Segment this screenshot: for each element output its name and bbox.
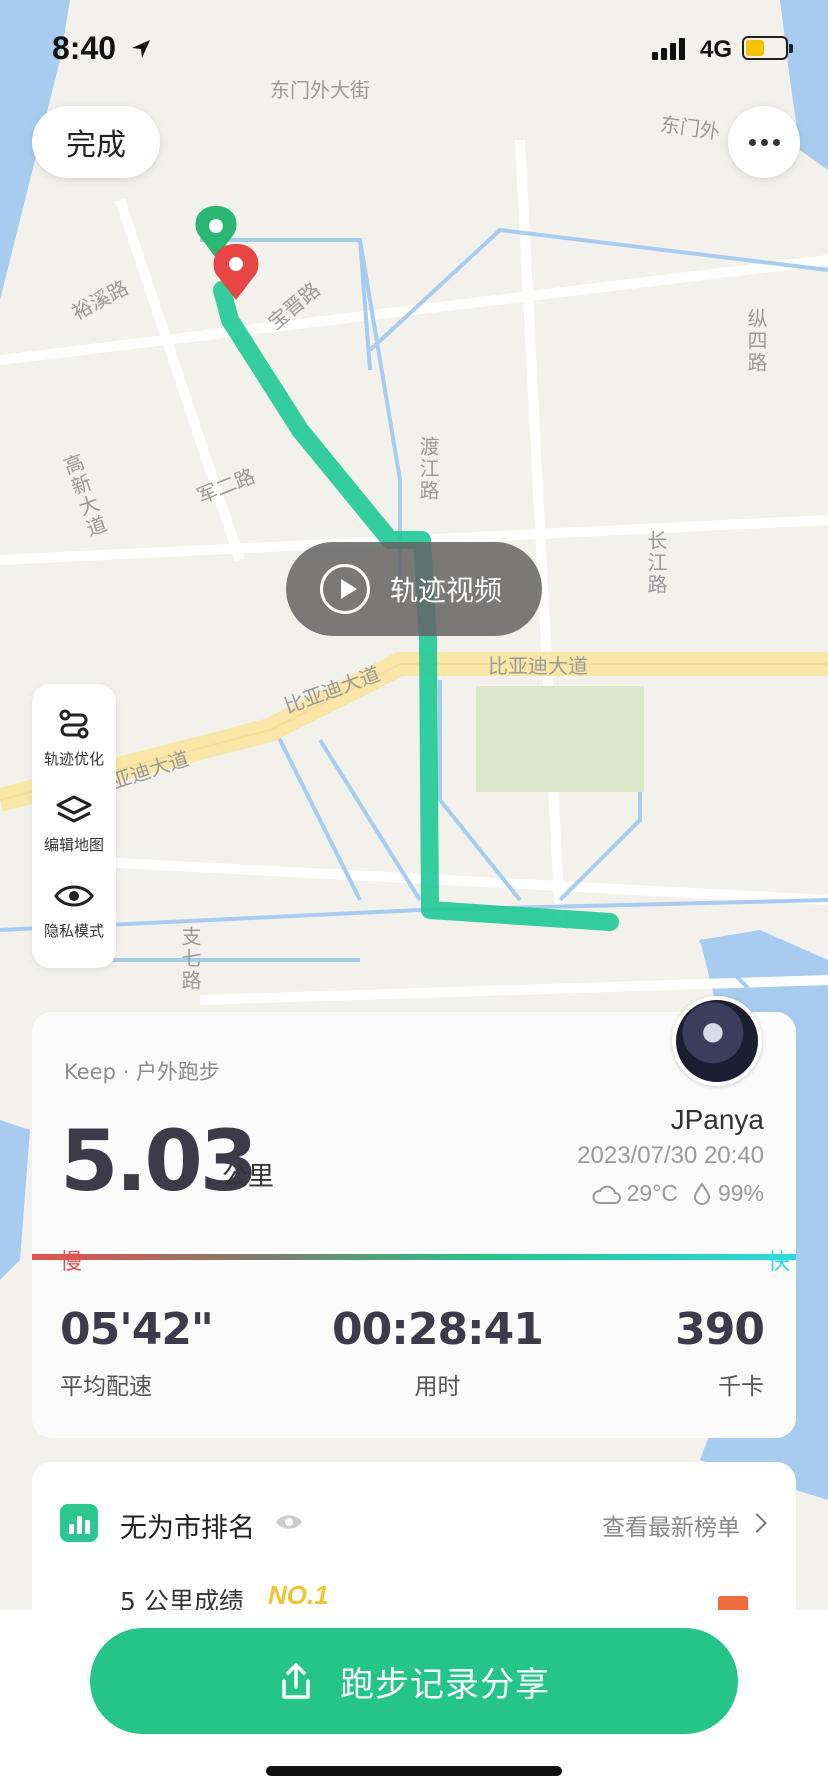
more-dot (760, 138, 768, 146)
avg-pace-metric: 05'42" 平均配速 (60, 1304, 214, 1401)
humidity: 99% (717, 1180, 764, 1206)
weather-info: 29°C 99% (591, 1180, 764, 1207)
more-dot (748, 138, 756, 146)
route-optimize-label: 轨迹优化 (43, 750, 104, 768)
rank-badge: NO.1 (268, 1580, 329, 1610)
route-optimize-button[interactable]: 轨迹优化 (32, 704, 116, 769)
duration-value: 00:28:41 (332, 1304, 544, 1355)
leaderboard-icon (60, 1504, 98, 1542)
edit-map-button[interactable]: 编辑地图 (32, 790, 116, 855)
pace-slow-label: 慢 (60, 1250, 83, 1275)
run-summary-card: Keep · 户外跑步 JPanya 2023/07/30 20:40 29°C… (32, 996, 796, 1438)
more-options-button[interactable] (728, 106, 800, 178)
pace-fast-label: 快 (767, 1250, 790, 1275)
road-label: 比亚迪大道 (488, 654, 588, 678)
pace-gradient-bar (32, 1254, 796, 1260)
route-icon (59, 709, 89, 739)
distance-unit: 公里 (222, 1162, 275, 1192)
user-name: JPanya (670, 1104, 764, 1135)
privacy-mode-button[interactable]: 隐私模式 (32, 876, 116, 941)
calories-metric: 390 千卡 (675, 1304, 765, 1401)
visibility-icon[interactable] (274, 1512, 304, 1532)
signal-icon (652, 38, 685, 60)
avg-pace-label: 平均配速 (60, 1374, 152, 1400)
road-label: 长江路 (644, 530, 668, 596)
calories-label: 千卡 (718, 1374, 764, 1400)
avatar[interactable] (672, 996, 762, 1086)
location-arrow-icon (132, 40, 150, 58)
layers-icon (56, 795, 92, 823)
duration-metric: 00:28:41 用时 (332, 1304, 544, 1401)
status-time: 8:40 (52, 30, 117, 66)
eye-icon (54, 885, 94, 907)
bottom-bar: 跑步记录分享 (0, 1610, 828, 1792)
view-leaderboard-link[interactable]: 查看最新榜单 (602, 1508, 740, 1542)
road-label: 渡江路 (416, 436, 440, 502)
track-video-label: 轨迹视频 (390, 574, 503, 607)
play-icon (320, 564, 370, 614)
run-datetime: 2023/07/30 20:40 (577, 1142, 764, 1169)
battery-icon (742, 36, 793, 60)
edit-map-label: 编辑地图 (43, 836, 104, 854)
share-run-button[interactable]: 跑步记录分享 (90, 1628, 738, 1734)
done-button[interactable]: 完成 (32, 106, 160, 178)
chevron-right-icon (747, 1513, 767, 1533)
status-bar: 8:40 4G (0, 0, 828, 100)
ranking-title: 无为市排名 (120, 1513, 255, 1544)
share-icon (282, 1663, 310, 1699)
activity-source: Keep · 户外跑步 (64, 1060, 220, 1084)
cloud-icon (592, 1185, 621, 1204)
humidity-icon (693, 1181, 710, 1205)
duration-label: 用时 (414, 1374, 461, 1400)
avg-pace-value: 05'42" (60, 1304, 214, 1355)
track-video-button[interactable]: 轨迹视频 (286, 542, 542, 636)
map-tools-panel: 轨迹优化 编辑地图 隐私模式 (32, 684, 116, 968)
road-label: 纵四路 (744, 308, 768, 374)
home-indicator[interactable] (266, 1766, 562, 1776)
more-dot (772, 138, 780, 146)
privacy-mode-label: 隐私模式 (43, 922, 104, 940)
road-label: 支七路 (178, 926, 202, 992)
share-run-label: 跑步记录分享 (340, 1664, 550, 1705)
calories-value: 390 (675, 1304, 765, 1355)
temperature: 29°C (626, 1180, 678, 1206)
network-type: 4G (700, 36, 733, 63)
